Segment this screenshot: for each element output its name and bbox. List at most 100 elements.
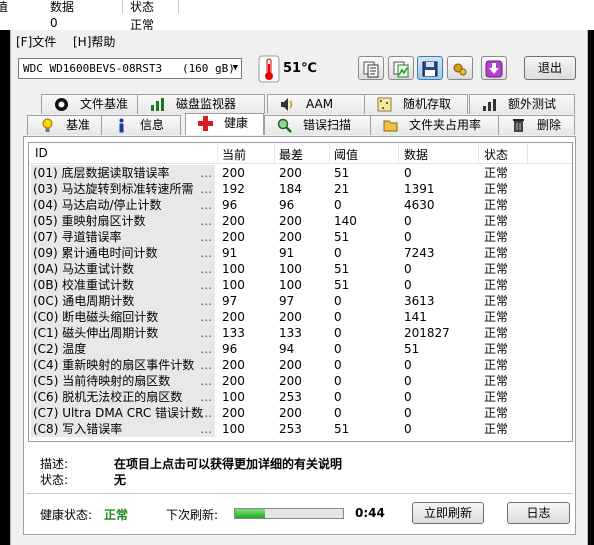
row-ellipsis: ... xyxy=(200,166,212,180)
row-thr-cell: 0 xyxy=(334,294,342,308)
tab-label: 额外测试 xyxy=(508,97,557,111)
table-row[interactable]: (07) 寻道错误率... 200 200 51 0 正常 xyxy=(29,229,572,245)
tab-health-cross[interactable]: 健康 xyxy=(185,113,264,135)
row-worst-cell: 100 xyxy=(279,262,302,276)
menu-file[interactable]: [F]文件 xyxy=(16,33,56,50)
column-header-worst[interactable]: 最差 xyxy=(279,146,303,163)
bg-header-status: 状态 xyxy=(130,0,155,14)
table-row[interactable]: (C8) 写入错误率... 100 253 51 0 正常 xyxy=(29,421,572,437)
row-worst-cell: 253 xyxy=(279,422,302,436)
copy-text-button[interactable] xyxy=(358,56,384,80)
row-id-cell: (C7) Ultra DMA CRC 错误计数... xyxy=(31,405,215,421)
row-id-cell: (0B) 校准重试计数... xyxy=(31,277,215,293)
table-row[interactable]: (C7) Ultra DMA CRC 错误计数... 200 200 0 0 正常 xyxy=(29,405,572,421)
row-data-cell: 51 xyxy=(404,342,420,356)
options-button[interactable] xyxy=(447,56,473,80)
exit-button[interactable]: 退出 xyxy=(524,56,576,80)
row-ellipsis: ... xyxy=(200,310,212,324)
column-header-data[interactable]: 数据 xyxy=(404,146,428,163)
row-thr-cell: 51 xyxy=(334,262,350,276)
row-cur-cell: 200 xyxy=(222,406,245,420)
row-worst-cell: 200 xyxy=(279,166,302,180)
table-row[interactable]: (C1) 磁头伸出周期计数... 133 133 0 201827 正常 xyxy=(29,325,572,341)
smart-attribute-list[interactable]: ID 当前 最差 阈值 数据 状态 (01) 底层数据读取错误率... 200 20… xyxy=(28,142,573,442)
column-header-status[interactable]: 状态 xyxy=(484,146,508,163)
table-row[interactable]: (05) 重映射扇区计数... 200 200 140 0 正常 xyxy=(29,213,572,229)
tab-folder-usage[interactable]: 文件夹占用率 xyxy=(370,115,500,135)
row-id-cell: (C6) 脱机无法校正的扇区数... xyxy=(31,389,215,405)
drive-select[interactable]: WDC WD1600BEVS-08RST3 (160 gB) ▼ xyxy=(18,58,242,79)
tab-label: 基准 xyxy=(66,118,91,132)
speaker-icon xyxy=(280,97,295,112)
row-cur-cell: 100 xyxy=(222,262,245,276)
row-cur-cell: 200 xyxy=(222,310,245,324)
row-worst-cell: 200 xyxy=(279,406,302,420)
table-row[interactable]: (C2) 温度... 96 94 0 51 正常 xyxy=(29,341,572,357)
refresh-now-button[interactable]: 立即刷新 xyxy=(412,502,484,524)
table-row[interactable]: (04) 马达启动/停止计数... 96 96 0 4630 正常 xyxy=(29,197,572,213)
background-window: 值 数据 状态 0 正常 xyxy=(0,0,594,32)
table-row[interactable]: (09) 累计通电时间计数... 91 91 0 7243 正常 xyxy=(29,245,572,261)
temperature-value: 51℃ xyxy=(283,61,317,76)
table-row[interactable]: (C5) 当前待映射的扇区数... 200 200 0 0 正常 xyxy=(29,373,572,389)
detail-status-label: 状态: xyxy=(40,473,69,487)
row-data-cell: 4630 xyxy=(404,198,435,212)
row-worst-cell: 96 xyxy=(279,198,295,212)
row-data-cell: 0 xyxy=(404,358,412,372)
row-ellipsis: ... xyxy=(200,326,212,340)
table-row[interactable]: (0C) 通电周期计数... 97 97 0 3613 正常 xyxy=(29,293,572,309)
row-cur-cell: 200 xyxy=(222,214,245,228)
row-ellipsis: ... xyxy=(200,390,212,404)
footer-bar: 健康状态: 正常 下次刷新: 0:44 立即刷新 日志 xyxy=(26,498,573,528)
tab-info[interactable]: 信息 xyxy=(101,115,181,135)
table-row[interactable]: (0A) 马达重试计数... 100 100 51 0 正常 xyxy=(29,261,572,277)
row-ellipsis: ... xyxy=(200,422,212,436)
refresh-progress-bar xyxy=(234,508,344,519)
row-data-cell: 0 xyxy=(404,374,412,388)
table-row[interactable]: (01) 底层数据读取错误率... 200 200 51 0 正常 xyxy=(29,165,572,181)
row-id-text: (0C) 通电周期计数 xyxy=(33,294,135,308)
download-button[interactable] xyxy=(481,56,507,80)
row-id-text: (0B) 校准重试计数 xyxy=(33,278,135,292)
row-id-cell: (01) 底层数据读取错误率... xyxy=(31,165,215,181)
log-button[interactable]: 日志 xyxy=(507,502,570,524)
menu-help[interactable]: [H]帮助 xyxy=(73,33,115,50)
row-id-cell: (09) 累计通电时间计数... xyxy=(31,245,215,261)
next-refresh-label: 下次刷新: xyxy=(166,508,219,522)
row-ellipsis: ... xyxy=(200,294,212,308)
row-status-cell: 正常 xyxy=(484,358,509,372)
row-id-cell: (C5) 当前待映射的扇区数... xyxy=(31,373,215,389)
row-thr-cell: 0 xyxy=(334,198,342,212)
table-row[interactable]: (03) 马达旋转到标准转速所需... 192 184 21 1391 正常 xyxy=(29,181,572,197)
column-header-current[interactable]: 当前 xyxy=(222,146,246,163)
save-button[interactable] xyxy=(417,56,443,80)
file-benchmark-icon xyxy=(54,97,69,112)
column-header-threshold[interactable]: 阈值 xyxy=(334,146,358,163)
row-id-text: (03) 马达旋转到标准转速所需 xyxy=(33,182,194,196)
detail-status-value: 无 xyxy=(114,473,127,487)
tab-extra-tests[interactable]: 额外测试 xyxy=(469,94,575,114)
tab-label: 信息 xyxy=(140,118,165,132)
description-line: 描述: 在项目上点击可以获得更加详细的有关说明 xyxy=(40,455,342,472)
tab-disk-monitor[interactable]: 磁盘监视器 xyxy=(137,94,265,114)
description-label: 描述: xyxy=(40,457,69,471)
row-data-cell: 1391 xyxy=(404,182,435,196)
table-row[interactable]: (C6) 脱机无法校正的扇区数... 100 253 0 0 正常 xyxy=(29,389,572,405)
table-row[interactable]: (0B) 校准重试计数... 100 100 51 0 正常 xyxy=(29,277,572,293)
tab-error-scan[interactable]: 错误扫描 xyxy=(264,115,372,135)
row-ellipsis: ... xyxy=(200,246,212,260)
row-data-cell: 0 xyxy=(404,214,412,228)
copy-image-button[interactable] xyxy=(388,56,414,80)
tab-random-access[interactable]: 随机存取 xyxy=(364,94,468,114)
table-row[interactable]: (C4) 重新映射的扇区事件计数... 200 200 0 0 正常 xyxy=(29,357,572,373)
tab-label: 错误扫描 xyxy=(303,118,352,132)
row-worst-cell: 200 xyxy=(279,374,302,388)
row-thr-cell: 51 xyxy=(334,166,350,180)
table-row[interactable]: (C0) 断电磁头缩回计数... 200 200 0 141 正常 xyxy=(29,309,572,325)
row-cur-cell: 91 xyxy=(222,246,238,260)
column-header-id[interactable]: ID xyxy=(35,146,48,160)
row-thr-cell: 0 xyxy=(334,326,342,340)
row-thr-cell: 0 xyxy=(334,406,342,420)
tab-speaker[interactable]: AAM xyxy=(267,94,370,114)
tab-trash[interactable]: 删除 xyxy=(498,115,575,135)
